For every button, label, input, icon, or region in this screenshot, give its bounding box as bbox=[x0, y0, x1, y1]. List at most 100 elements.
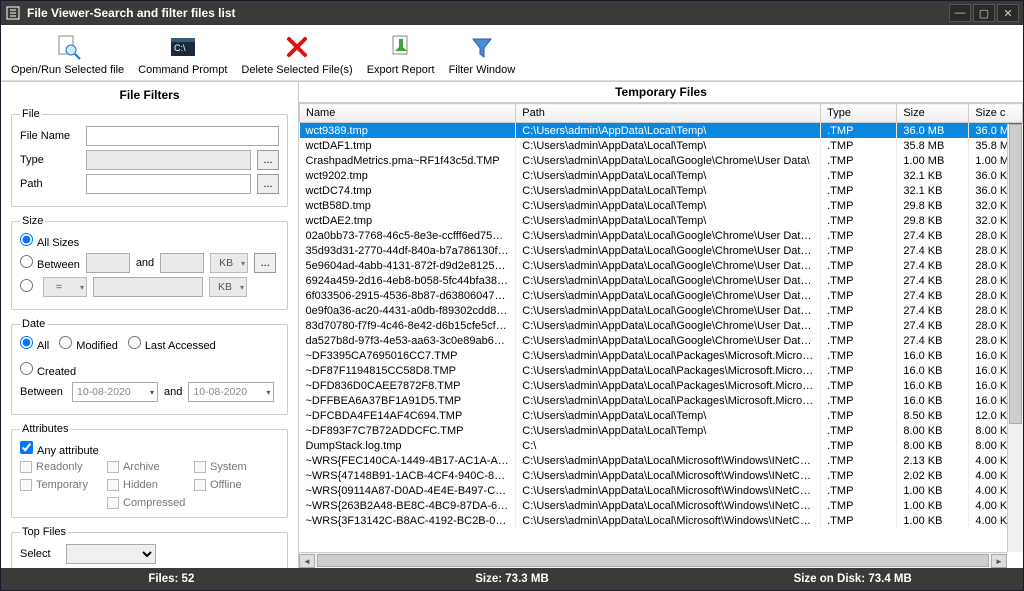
table-row[interactable]: ~DFFBEA6A37BF1A91D5.TMPC:\Users\admin\Ap… bbox=[300, 393, 1023, 408]
topfiles-select[interactable] bbox=[66, 544, 156, 564]
scroll-right-arrow-icon[interactable]: ► bbox=[991, 554, 1007, 568]
cell-type: .TMP bbox=[821, 213, 897, 228]
cell-size: 27.4 KB bbox=[897, 333, 969, 348]
table-row[interactable]: 5e9604ad-4abb-4131-872f-d9d2e8125815.tmp… bbox=[300, 258, 1023, 273]
date-lastaccessed-radio[interactable]: Last Accessed bbox=[128, 336, 216, 352]
date-all-radio[interactable]: All bbox=[20, 336, 49, 352]
cell-size: 1.00 KB bbox=[897, 513, 969, 528]
table-row[interactable]: wctDAE2.tmpC:\Users\admin\AppData\Local\… bbox=[300, 213, 1023, 228]
table-row[interactable]: ~WRS{FEC140CA-1449-4B17-AC1A-A4F226...C:… bbox=[300, 453, 1023, 468]
table-row[interactable]: ~DF893F7C7B72ADDCFC.TMPC:\Users\admin\Ap… bbox=[300, 423, 1023, 438]
table-row[interactable]: ~DF3395CA7695016CC7.TMPC:\Users\admin\Ap… bbox=[300, 348, 1023, 363]
col-type-header[interactable]: Type bbox=[821, 104, 897, 123]
hidden-checkbox[interactable]: Hidden bbox=[107, 479, 192, 491]
table-row[interactable]: 6924a459-2d16-4eb8-b058-5fc44bfa38d5.tmp… bbox=[300, 273, 1023, 288]
offline-checkbox[interactable]: Offline bbox=[194, 479, 279, 491]
table-row[interactable]: 35d93d31-2770-44df-840a-b7a786130f1f.tmp… bbox=[300, 243, 1023, 258]
size-from-input[interactable] bbox=[86, 253, 130, 273]
any-attribute-checkbox[interactable]: Any attribute bbox=[20, 445, 99, 457]
col-size-header[interactable]: Size bbox=[897, 104, 969, 123]
cell-path: C:\Users\admin\AppData\Local\Temp\ bbox=[516, 138, 821, 153]
col-name-header[interactable]: Name bbox=[300, 104, 516, 123]
size-more-button[interactable]: ... bbox=[254, 253, 276, 273]
filename-label: File Name bbox=[20, 130, 80, 142]
cell-path: C:\Users\admin\AppData\Local\Packages\Mi… bbox=[516, 348, 821, 363]
date-from-input[interactable]: 10-08-2020 bbox=[72, 382, 158, 402]
date-modified-radio[interactable]: Modified bbox=[59, 336, 118, 352]
export-report-button[interactable]: Export Report bbox=[363, 29, 439, 78]
table-row[interactable]: ~DFD836D0CAEE7872F8.TMPC:\Users\admin\Ap… bbox=[300, 378, 1023, 393]
readonly-checkbox[interactable]: Readonly bbox=[20, 461, 105, 473]
compare-unit-select[interactable]: KB bbox=[209, 277, 247, 297]
between-sizes-radio[interactable]: Between bbox=[20, 255, 80, 271]
table-row[interactable]: wctB58D.tmpC:\Users\admin\AppData\Local\… bbox=[300, 198, 1023, 213]
cell-size: 36.0 MB bbox=[897, 123, 969, 139]
compare-value-input[interactable] bbox=[93, 277, 203, 297]
app-icon bbox=[5, 5, 21, 21]
attr-legend: Attributes bbox=[20, 423, 70, 435]
compare-radio[interactable] bbox=[20, 279, 37, 295]
open-run-button[interactable]: Open/Run Selected file bbox=[7, 29, 128, 78]
table-row[interactable]: ~WRS{47148B91-1ACB-4CF4-940C-82BF18E...C… bbox=[300, 468, 1023, 483]
maximize-button[interactable]: ▢ bbox=[973, 4, 995, 22]
compressed-checkbox[interactable]: Compressed bbox=[107, 497, 192, 509]
temporary-checkbox[interactable]: Temporary bbox=[20, 479, 105, 491]
command-prompt-button[interactable]: C:\ Command Prompt bbox=[134, 29, 231, 78]
cell-size: 32.1 KB bbox=[897, 183, 969, 198]
cell-path: C:\Users\admin\AppData\Local\Microsoft\W… bbox=[516, 513, 821, 528]
delete-selected-button[interactable]: Delete Selected File(s) bbox=[237, 29, 356, 78]
table-row[interactable]: 83d70780-f7f9-4c46-8e42-d6b15cfe5cf6.tmp… bbox=[300, 318, 1023, 333]
table-row[interactable]: wct9389.tmpC:\Users\admin\AppData\Local\… bbox=[300, 123, 1023, 139]
compare-op-select[interactable]: = bbox=[43, 277, 87, 297]
table-row[interactable]: wctDC74.tmpC:\Users\admin\AppData\Local\… bbox=[300, 183, 1023, 198]
vertical-scrollbar[interactable] bbox=[1007, 124, 1023, 552]
table-row[interactable]: CrashpadMetrics.pma~RF1f43c5d.TMPC:\User… bbox=[300, 153, 1023, 168]
path-browse-button[interactable]: ... bbox=[257, 174, 279, 194]
cell-type: .TMP bbox=[821, 363, 897, 378]
size-to-input[interactable] bbox=[160, 253, 204, 273]
col-sod-header[interactable]: Size c bbox=[969, 104, 1023, 123]
date-created-radio[interactable]: Created bbox=[20, 362, 76, 378]
table-row[interactable]: wctDAF1.tmpC:\Users\admin\AppData\Local\… bbox=[300, 138, 1023, 153]
table-row[interactable]: 6f033506-2915-4536-8b87-d63806047592.tmp… bbox=[300, 288, 1023, 303]
col-path-header[interactable]: Path bbox=[516, 104, 821, 123]
table-row[interactable]: ~WRS{09114A87-D0AD-4E4E-B497-C7FD4EF...C… bbox=[300, 483, 1023, 498]
cell-name: DumpStack.log.tmp bbox=[300, 438, 516, 453]
table-row[interactable]: ~WRS{263B2A48-BE8C-4BC9-87DA-61CBD...C:\… bbox=[300, 498, 1023, 513]
archive-checkbox[interactable]: Archive bbox=[107, 461, 192, 473]
cell-size: 8.00 KB bbox=[897, 423, 969, 438]
type-browse-button[interactable]: ... bbox=[257, 150, 279, 170]
table-row[interactable]: wct9202.tmpC:\Users\admin\AppData\Local\… bbox=[300, 168, 1023, 183]
topfiles-fieldset: Top Files Select bbox=[11, 526, 288, 568]
table-row[interactable]: DumpStack.log.tmpC:\.TMP8.00 KB8.00 K bbox=[300, 438, 1023, 453]
close-button[interactable]: ✕ bbox=[997, 4, 1019, 22]
cell-path: C:\Users\admin\AppData\Local\Google\Chro… bbox=[516, 243, 821, 258]
cell-type: .TMP bbox=[821, 468, 897, 483]
cell-type: .TMP bbox=[821, 378, 897, 393]
scroll-left-arrow-icon[interactable]: ◄ bbox=[299, 554, 315, 568]
table-row[interactable]: da527b8d-97f3-4e53-aa63-3c0e89ab6587.tmp… bbox=[300, 333, 1023, 348]
minimize-button[interactable]: — bbox=[949, 4, 971, 22]
horizontal-scrollbar[interactable]: ◄ ► bbox=[299, 552, 1007, 568]
table-row[interactable]: 02a0bb73-7768-46c5-8e3e-ccfff6ed752c.tmp… bbox=[300, 228, 1023, 243]
table-row[interactable]: ~WRS{3F13142C-B8AC-4192-BC2B-065FBF0...C… bbox=[300, 513, 1023, 528]
size-unit-select[interactable]: KB bbox=[210, 253, 248, 273]
filename-input[interactable] bbox=[86, 126, 279, 146]
cell-path: C:\Users\admin\AppData\Local\Google\Chro… bbox=[516, 228, 821, 243]
table-row[interactable]: ~DFCBDA4FE14AF4C694.TMPC:\Users\admin\Ap… bbox=[300, 408, 1023, 423]
date-to-input[interactable]: 10-08-2020 bbox=[188, 382, 274, 402]
table-row[interactable]: 0e9f0a36-ac20-4431-a0db-f89302cdd86c.tmp… bbox=[300, 303, 1023, 318]
system-checkbox[interactable]: System bbox=[194, 461, 279, 473]
cell-name: wct9389.tmp bbox=[300, 123, 516, 139]
cell-name: 5e9604ad-4abb-4131-872f-d9d2e8125815.tmp bbox=[300, 258, 516, 273]
path-input[interactable] bbox=[86, 174, 251, 194]
all-sizes-radio[interactable]: All Sizes bbox=[20, 233, 79, 249]
cell-name: ~WRS{FEC140CA-1449-4B17-AC1A-A4F226... bbox=[300, 453, 516, 468]
titlebar[interactable]: File Viewer-Search and filter files list… bbox=[1, 1, 1023, 25]
filter-window-button[interactable]: Filter Window bbox=[445, 29, 520, 78]
cell-size: 27.4 KB bbox=[897, 288, 969, 303]
cell-type: .TMP bbox=[821, 483, 897, 498]
table-row[interactable]: ~DF87F1194815CC58D8.TMPC:\Users\admin\Ap… bbox=[300, 363, 1023, 378]
files-table[interactable]: Name Path Type Size Size c wct9389.tmpC:… bbox=[299, 103, 1023, 528]
type-input[interactable] bbox=[86, 150, 251, 170]
